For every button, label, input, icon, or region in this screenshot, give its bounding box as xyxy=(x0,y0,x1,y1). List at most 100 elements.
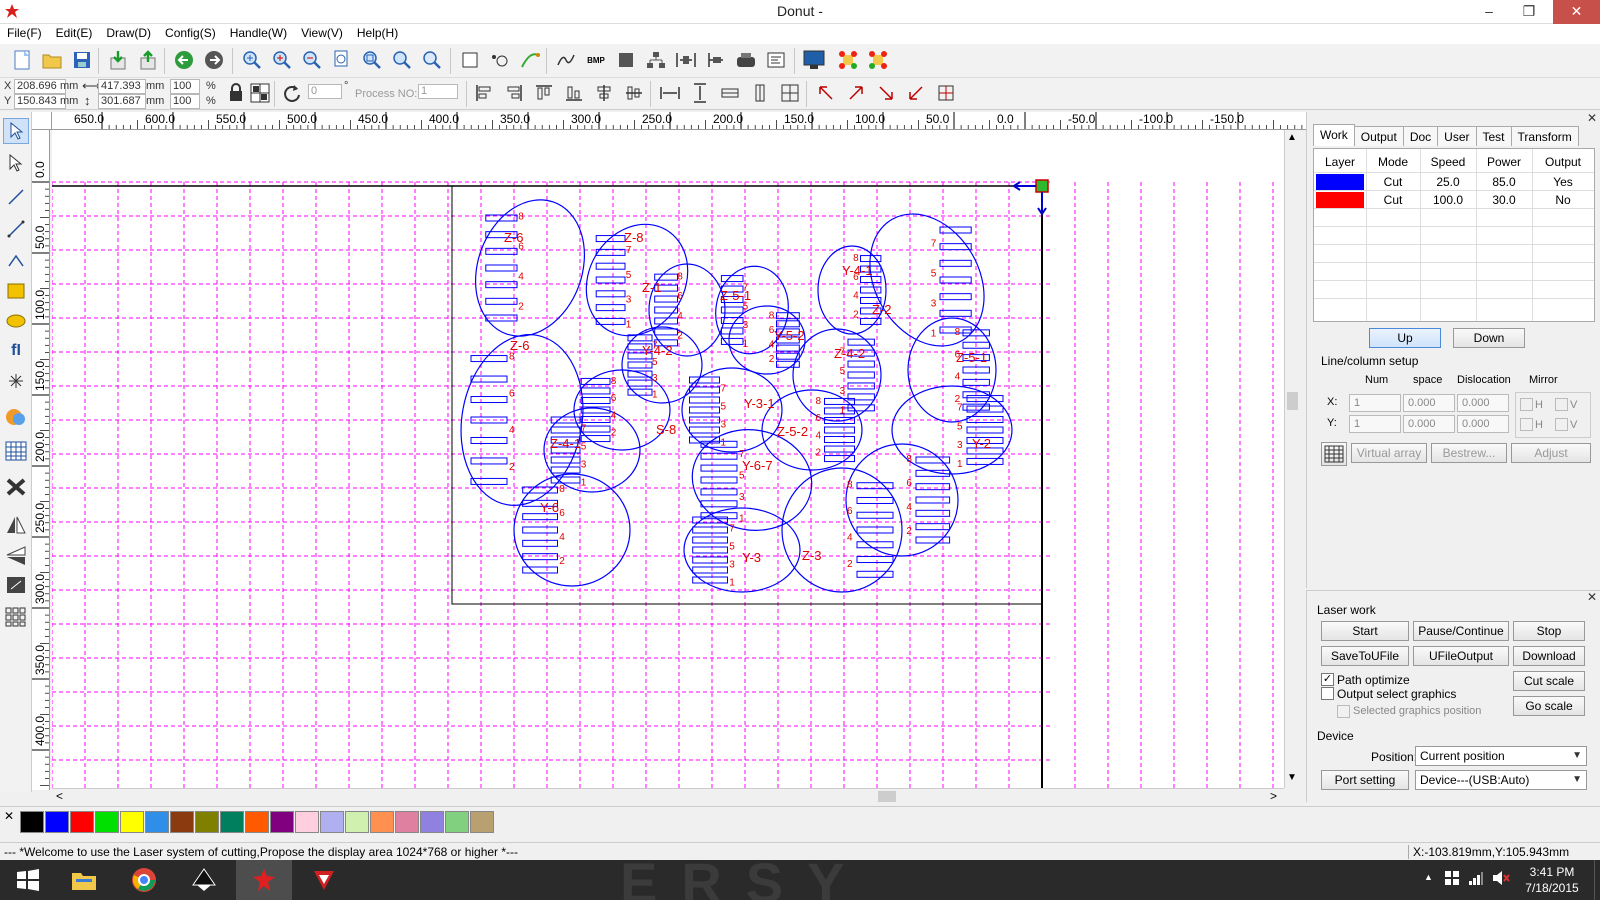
curve-tool-icon[interactable] xyxy=(3,248,29,274)
array-y-num-input[interactable]: 1 xyxy=(1349,415,1401,433)
palette-swatch[interactable] xyxy=(445,811,469,833)
undo-icon[interactable] xyxy=(172,48,196,72)
scroll-left-icon[interactable]: < xyxy=(56,789,63,803)
height-input[interactable]: 301.687 xyxy=(98,94,146,109)
layer-color-red[interactable] xyxy=(1316,192,1364,208)
network-icon[interactable] xyxy=(1468,870,1484,889)
laser-panel-close-icon[interactable]: ✕ xyxy=(1587,590,1597,604)
vertical-scrollbar[interactable]: ▲ ▼ xyxy=(1284,130,1300,788)
center-page-icon[interactable] xyxy=(778,81,802,105)
scale-x-input[interactable]: 100 xyxy=(170,79,200,94)
rotate-angle-input[interactable]: 0 xyxy=(308,84,342,99)
tab-output[interactable]: Output xyxy=(1353,126,1404,146)
horizontal-scroll-thumb[interactable] xyxy=(878,791,896,802)
import-icon[interactable] xyxy=(106,48,130,72)
palette-swatch[interactable] xyxy=(270,811,294,833)
curve-icon[interactable] xyxy=(554,48,578,72)
open-folder-icon[interactable] xyxy=(40,48,64,72)
scroll-right-icon[interactable]: > xyxy=(1270,789,1277,803)
cut-scale-button[interactable]: Cut scale xyxy=(1513,671,1585,691)
select-arrow-icon[interactable] xyxy=(3,118,29,144)
pause-continue-button[interactable]: Pause/Continue xyxy=(1413,621,1509,641)
work-panel-close-icon[interactable]: ✕ xyxy=(1587,111,1597,125)
menu-edit[interactable]: Edit(E) xyxy=(55,24,100,44)
position-select[interactable]: Current position ▼ xyxy=(1415,746,1587,766)
menu-help[interactable]: Help(H) xyxy=(356,24,405,44)
polyline-tool-icon[interactable] xyxy=(3,216,29,242)
center-align-icon[interactable] xyxy=(934,81,958,105)
width-input[interactable]: 417.393 xyxy=(98,79,146,94)
stop-button[interactable]: Stop xyxy=(1513,621,1585,641)
laser-head-icon[interactable] xyxy=(734,48,758,72)
palette-swatch[interactable] xyxy=(20,811,44,833)
palette-swatch[interactable] xyxy=(245,811,269,833)
virtual-array-button[interactable]: Virtual array xyxy=(1351,443,1427,463)
array-grid-icon[interactable] xyxy=(1321,442,1347,466)
scale-y-input[interactable]: 100 xyxy=(170,94,200,109)
grid-array-icon[interactable] xyxy=(3,438,29,464)
mirror-h-icon[interactable] xyxy=(3,512,29,538)
layer-row-blue[interactable]: Cut 25.0 85.0 Yes xyxy=(1314,173,1594,191)
distribute-h-icon[interactable] xyxy=(674,48,698,72)
layer-color-blue[interactable] xyxy=(1316,174,1364,190)
minimize-button[interactable]: – xyxy=(1474,0,1504,24)
export-icon[interactable] xyxy=(136,48,160,72)
mirror-x-h-checkbox[interactable] xyxy=(1520,398,1533,411)
laser-app-taskbar-icon[interactable] xyxy=(236,860,292,900)
line-tool-icon[interactable] xyxy=(3,184,29,210)
x-position-input[interactable]: 208.696 xyxy=(14,79,66,94)
output-select-graphics-checkbox[interactable] xyxy=(1321,687,1334,700)
tab-test[interactable]: Test xyxy=(1475,126,1512,146)
same-size-icon[interactable] xyxy=(718,81,742,105)
tab-transform[interactable]: Transform xyxy=(1510,126,1579,146)
rectangle-tool-icon[interactable] xyxy=(3,278,29,304)
selected-graphics-position-checkbox[interactable] xyxy=(1337,705,1350,718)
array-x-dislocation-input[interactable]: 0.000 xyxy=(1457,394,1509,412)
align-center-v-icon[interactable] xyxy=(622,81,646,105)
new-file-icon[interactable] xyxy=(10,48,34,72)
puzzle-piece-outline[interactable] xyxy=(457,184,603,351)
delete-tool-icon[interactable] xyxy=(3,474,29,500)
space-equal-icon[interactable] xyxy=(748,81,772,105)
palette-swatch[interactable] xyxy=(345,811,369,833)
select-frame-icon[interactable] xyxy=(458,48,482,72)
node-select-icon[interactable] xyxy=(3,150,29,176)
array-x-space-input[interactable]: 0.000 xyxy=(1403,394,1455,412)
zoom-in-icon[interactable] xyxy=(240,48,264,72)
taskbar-clock[interactable]: 3:41 PM 7/18/2015 xyxy=(1512,864,1592,896)
tray-expand-icon[interactable]: ▲ xyxy=(1424,872,1433,882)
menu-draw[interactable]: Draw(D) xyxy=(105,24,158,44)
palette-swatch[interactable] xyxy=(395,811,419,833)
port-setting-button[interactable]: Port setting xyxy=(1321,770,1409,790)
palette-swatch[interactable] xyxy=(420,811,444,833)
mirror-v-icon[interactable] xyxy=(3,542,29,568)
menu-config[interactable]: Config(S) xyxy=(164,24,223,44)
ellipse-tool-icon[interactable] xyxy=(3,308,29,334)
puzzle-piece-outline[interactable] xyxy=(513,473,631,587)
text-tool-icon[interactable]: fI xyxy=(3,338,29,364)
menu-view[interactable]: View(V) xyxy=(300,24,350,44)
lock-ratio-icon[interactable] xyxy=(224,81,248,105)
align-bottom-icon[interactable] xyxy=(562,81,586,105)
align-left-icon[interactable] xyxy=(472,81,496,105)
group-tree-icon[interactable] xyxy=(644,48,668,72)
palette-swatch[interactable] xyxy=(45,811,69,833)
puzzle-piece-outline[interactable] xyxy=(792,328,882,422)
selection-box[interactable] xyxy=(451,185,1043,605)
array-copy-icon[interactable] xyxy=(3,604,29,630)
scroll-down-icon[interactable]: ▼ xyxy=(1287,772,1297,783)
maximize-button[interactable]: ❐ xyxy=(1514,0,1544,24)
bezier-icon[interactable] xyxy=(518,48,542,72)
array-x-num-input[interactable]: 1 xyxy=(1349,394,1401,412)
chrome-icon[interactable] xyxy=(116,860,172,900)
puzzle-piece-outline[interactable] xyxy=(566,206,707,354)
zoom-out-icon[interactable] xyxy=(300,48,324,72)
ufile-output-button[interactable]: UFileOutput xyxy=(1413,646,1509,666)
windows-start-icon[interactable] xyxy=(0,860,56,900)
tab-work[interactable]: Work xyxy=(1313,124,1355,146)
palette-swatch[interactable] xyxy=(320,811,344,833)
puzzle-piece-outline[interactable] xyxy=(817,245,887,335)
mirror-y-v-checkbox[interactable] xyxy=(1555,418,1568,431)
align-center-h-icon[interactable] xyxy=(592,81,616,105)
mirror-y-h-checkbox[interactable] xyxy=(1520,418,1533,431)
